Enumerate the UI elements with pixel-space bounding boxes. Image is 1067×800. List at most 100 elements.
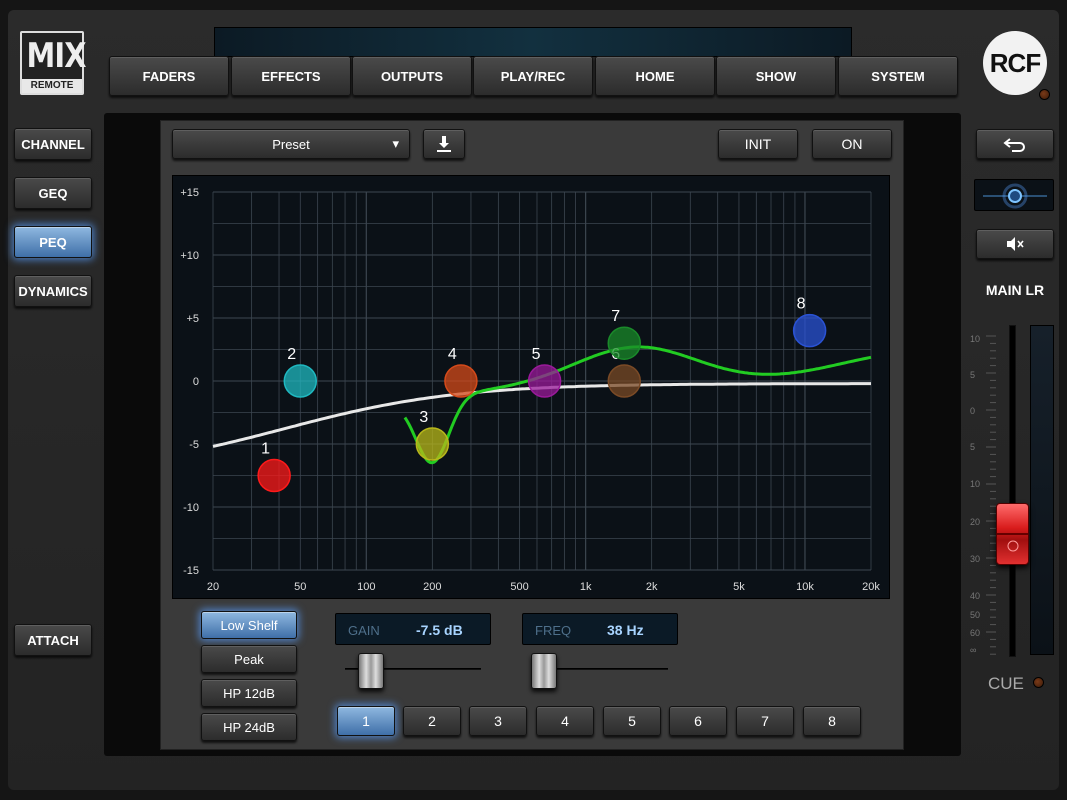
band-button-4[interactable]: 4 [536, 706, 594, 736]
nav-home-label: HOME [635, 68, 675, 84]
scale-label: 5 [970, 442, 976, 452]
band-button-8-label: 8 [828, 713, 836, 729]
cue-led[interactable] [1033, 677, 1044, 688]
eq-graph[interactable]: +15 +10 +5 0 -5 -10 -15 20 50 100 200 500 1k 2k 5k 10k 2… [172, 175, 890, 599]
band-button-5[interactable]: 5 [603, 706, 661, 736]
nav-dynamics-label: DYNAMICS [18, 283, 88, 299]
nav-effects[interactable]: EFFECTS [231, 56, 351, 96]
filter-hp12-label: HP 12dB [223, 685, 275, 701]
fader-track[interactable] [1009, 325, 1016, 657]
chevron-down-icon: ▾ [392, 136, 399, 151]
band-handle-5 [527, 364, 562, 398]
band-number-1: 1 [261, 441, 270, 458]
mute-button[interactable] [976, 229, 1054, 259]
filter-peak[interactable]: Peak [201, 645, 297, 673]
scale-label: 5 [970, 370, 976, 380]
gain-readout: GAIN -7.5 dB [335, 613, 491, 645]
init-button[interactable]: INIT [718, 129, 798, 159]
nav-playrec-label: PLAY/REC [500, 68, 566, 84]
preset-dropdown[interactable]: Preset ▾ [172, 129, 410, 159]
band-button-7[interactable]: 7 [736, 706, 794, 736]
band-handle-2 [283, 364, 318, 398]
on-label: ON [841, 136, 863, 152]
x-tick-label: 1k [580, 581, 592, 593]
freq-value: 38 Hz [607, 622, 644, 638]
scale-label: 30 [970, 554, 981, 564]
scale-label: 60 [970, 628, 981, 638]
nav-dynamics[interactable]: DYNAMICS [14, 275, 92, 307]
logo-remote-text: REMOTE [22, 79, 82, 93]
band-button-3[interactable]: 3 [469, 706, 527, 736]
y-tick-label: +5 [186, 313, 199, 325]
x-tick-label: 200 [423, 581, 441, 593]
nav-geq[interactable]: GEQ [14, 177, 92, 209]
mix-remote-logo: MIX REMOTE [20, 31, 87, 95]
fader-scale-ticks [986, 335, 996, 655]
nav-show-label: SHOW [755, 68, 797, 84]
band-button-8[interactable]: 8 [803, 706, 861, 736]
scale-label: 20 [970, 517, 981, 527]
nav-effects-label: EFFECTS [261, 68, 321, 84]
x-tick-label: 5k [733, 581, 745, 593]
scale-label: 50 [970, 610, 981, 620]
band-button-2-label: 2 [428, 713, 436, 729]
band-number-8: 8 [797, 296, 806, 313]
band-button-3-label: 3 [494, 713, 502, 729]
filter-low-shelf-label: Low Shelf [220, 617, 278, 633]
nav-faders-label: FADERS [142, 68, 196, 84]
freq-slider-knob[interactable] [531, 653, 557, 689]
main-fader-knob[interactable] [996, 503, 1029, 565]
fader-knob-line [997, 533, 1028, 535]
band-button-1-label: 1 [362, 713, 370, 729]
band-handle-4 [444, 364, 478, 398]
y-tick-label: +15 [180, 187, 199, 199]
nav-playrec[interactable]: PLAY/REC [473, 56, 593, 96]
gain-slider-knob[interactable] [358, 653, 384, 689]
band-button-6[interactable]: 6 [669, 706, 727, 736]
save-preset-button[interactable] [423, 129, 465, 159]
band-number-3: 3 [419, 409, 428, 426]
x-tick-label: 20 [207, 581, 219, 593]
filter-hp12[interactable]: HP 12dB [201, 679, 297, 707]
freq-readout: FREQ 38 Hz [522, 613, 678, 645]
nav-peq[interactable]: PEQ [14, 226, 92, 258]
nav-system-label: SYSTEM [871, 68, 925, 84]
gain-value: -7.5 dB [416, 622, 463, 638]
nav-outputs[interactable]: OUTPUTS [352, 56, 472, 96]
band-number-4: 4 [448, 346, 457, 363]
pan-control[interactable] [974, 179, 1054, 211]
x-tick-label: 500 [510, 581, 528, 593]
attach-label: ATTACH [27, 632, 79, 648]
x-tick-label: 100 [357, 581, 375, 593]
level-meter [1030, 325, 1054, 655]
nav-faders[interactable]: FADERS [109, 56, 229, 96]
logo-mix-text: MIX [26, 36, 87, 76]
x-tick-label: 50 [294, 581, 306, 593]
eq-graph-svg[interactable]: +15 +10 +5 0 -5 -10 -15 20 50 100 200 500 1k 2k 5k 10k 2… [173, 176, 891, 600]
back-button[interactable] [976, 129, 1054, 159]
nav-system[interactable]: SYSTEM [838, 56, 958, 96]
on-button[interactable]: ON [812, 129, 892, 159]
nav-channel[interactable]: CHANNEL [14, 128, 92, 160]
attach-button[interactable]: ATTACH [14, 624, 92, 656]
freq-label: FREQ [535, 623, 572, 638]
band-handle-8 [792, 313, 827, 348]
band-button-5-label: 5 [628, 713, 636, 729]
y-tick-label: 0 [193, 376, 199, 388]
scale-label: 10 [970, 334, 981, 344]
nav-channel-label: CHANNEL [21, 136, 85, 152]
filter-low-shelf[interactable]: Low Shelf [201, 611, 297, 639]
band-button-6-label: 6 [694, 713, 702, 729]
pan-knob-icon [983, 183, 1047, 209]
gain-label: GAIN [348, 623, 380, 638]
y-tick-label: -10 [183, 502, 199, 514]
band-handle-3 [415, 427, 450, 461]
band-button-2[interactable]: 2 [403, 706, 461, 736]
band-button-1[interactable]: 1 [337, 706, 395, 736]
filter-hp24[interactable]: HP 24dB [201, 713, 297, 741]
x-tick-label: 2k [646, 581, 658, 593]
nav-home[interactable]: HOME [595, 56, 715, 96]
preset-label: Preset [272, 136, 310, 152]
nav-show[interactable]: SHOW [716, 56, 836, 96]
fader-knob-grip-icon [1007, 540, 1019, 552]
